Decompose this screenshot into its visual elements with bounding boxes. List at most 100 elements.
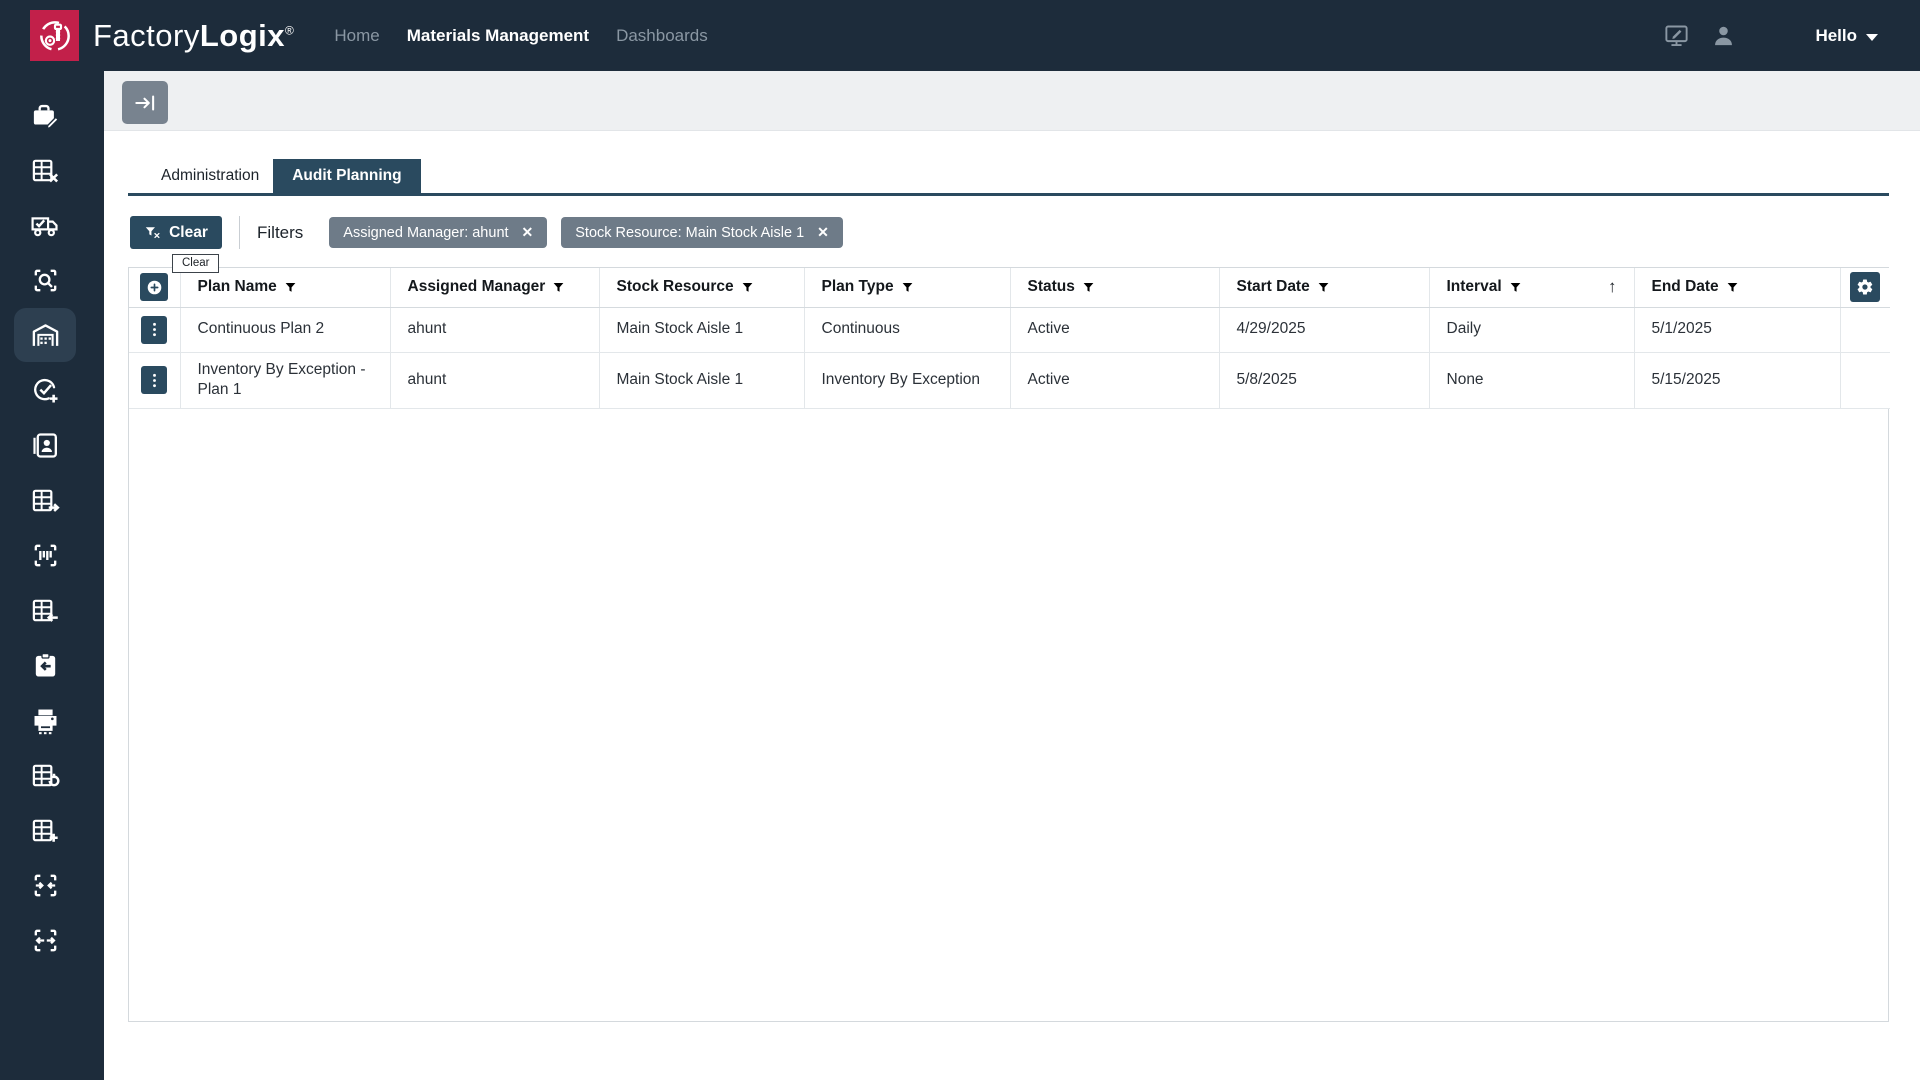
header-row: Plan Name Assigned Manager Stock Resource P… [129, 268, 1890, 307]
ellipsis-v-icon [145, 371, 164, 390]
sidebar-item-scan-search[interactable] [14, 253, 76, 307]
column-label: End Date [1652, 278, 1719, 296]
app-logo [30, 10, 79, 61]
table-row: Inventory By Exception - Plan 1ahuntMain… [129, 352, 1890, 409]
sidebar-item-table-import[interactable] [14, 583, 76, 637]
monitor-edit-icon[interactable] [1663, 22, 1690, 49]
tabs-row: AdministrationAudit Planning [128, 159, 1889, 196]
sidebar-item-warehouse[interactable] [14, 308, 76, 362]
chip-remove-icon[interactable]: ✕ [817, 224, 829, 241]
column-header-interval[interactable]: Interval↑ [1429, 268, 1634, 307]
audit-plans-table: Plan Name Assigned Manager Stock Resource P… [129, 268, 1890, 409]
greeting-label: Hello [1815, 26, 1857, 46]
cell-plan_name[interactable]: Inventory By Exception - Plan 1 [180, 352, 390, 409]
sidebar-item-table-add[interactable] [14, 803, 76, 857]
check-circle-add-icon [30, 375, 61, 406]
barcode-scan-icon [30, 540, 61, 571]
funnel-icon[interactable] [1317, 281, 1330, 294]
cell-assigned_manager[interactable]: ahunt [390, 307, 599, 352]
column-header-plan_type[interactable]: Plan Type [804, 268, 1010, 307]
nav-item-dashboards[interactable]: Dashboards [616, 26, 708, 46]
header-right: Hello [1663, 22, 1920, 49]
table-body: Continuous Plan 2ahuntMain Stock Aisle 1… [129, 307, 1890, 409]
column-header-stock_resource[interactable]: Stock Resource [599, 268, 804, 307]
clear-button-label: Clear [169, 224, 208, 242]
sidebar-item-table-refresh[interactable] [14, 748, 76, 802]
sidebar-item-table-export[interactable] [14, 473, 76, 527]
row-action-cell [129, 352, 180, 409]
chip-label: Assigned Manager: ahunt [343, 225, 508, 241]
truck-check-icon [30, 210, 61, 241]
funnel-icon[interactable] [552, 281, 565, 294]
registered-mark: ® [285, 23, 294, 37]
expand-panel-button[interactable] [122, 81, 168, 124]
tab-administration[interactable]: Administration [147, 159, 273, 193]
add-circle-icon [145, 278, 164, 297]
column-header-inner: End Date [1652, 278, 1832, 296]
cell-start_date[interactable]: 5/8/2025 [1219, 352, 1429, 409]
cell-plan_type[interactable]: Inventory By Exception [804, 352, 1010, 409]
column-header-end_date[interactable]: End Date [1634, 268, 1840, 307]
cell-end_date[interactable]: 5/15/2025 [1634, 352, 1840, 409]
sidebar-item-expand-horizontal[interactable] [14, 913, 76, 967]
sidebar-item-table-remove[interactable] [14, 143, 76, 197]
clear-filters-button[interactable]: Clear [130, 216, 222, 249]
brand-name: FactoryLogix® [93, 18, 294, 54]
cell-end_date[interactable]: 5/1/2025 [1634, 307, 1840, 352]
nav-item-materials-management[interactable]: Materials Management [407, 26, 589, 46]
column-label: Status [1028, 278, 1075, 296]
cell-start_date[interactable]: 4/29/2025 [1219, 307, 1429, 352]
row-menu-button[interactable] [141, 366, 167, 394]
table-row: Continuous Plan 2ahuntMain Stock Aisle 1… [129, 307, 1890, 352]
cell-stock_resource[interactable]: Main Stock Aisle 1 [599, 352, 804, 409]
column-header-start_date[interactable]: Start Date [1219, 268, 1429, 307]
filter-chip[interactable]: Stock Resource: Main Stock Aisle 1✕ [561, 217, 843, 248]
sidebar-item-check-circle-add[interactable] [14, 363, 76, 417]
column-header-plan_name[interactable]: Plan Name [180, 268, 390, 307]
table-refresh-icon [30, 760, 61, 791]
cell-interval[interactable]: Daily [1429, 307, 1634, 352]
cell-stock_resource[interactable]: Main Stock Aisle 1 [599, 307, 804, 352]
contact-card-icon [30, 430, 61, 461]
nav-item-home[interactable]: Home [334, 26, 379, 46]
user-icon[interactable] [1710, 22, 1737, 49]
table-import-icon [30, 595, 61, 626]
filter-chip[interactable]: Assigned Manager: ahunt ✕ [329, 217, 547, 248]
cell-status[interactable]: Active [1010, 352, 1219, 409]
sidebar-item-print[interactable] [14, 693, 76, 747]
filter-chips: Assigned Manager: ahunt✕Stock Resource: … [329, 217, 843, 248]
funnel-icon[interactable] [284, 281, 297, 294]
grid-settings-button[interactable] [1850, 272, 1880, 302]
funnel-icon[interactable] [901, 281, 914, 294]
sidebar-item-briefcase-edit[interactable] [14, 88, 76, 142]
cell-assigned_manager[interactable]: ahunt [390, 352, 599, 409]
column-label: Assigned Manager [408, 278, 546, 296]
row-menu-button[interactable] [141, 316, 167, 344]
funnel-icon[interactable] [1726, 281, 1739, 294]
collapse-horizontal-icon [30, 870, 61, 901]
cell-plan_name[interactable]: Continuous Plan 2 [180, 307, 390, 352]
cell-plan_type[interactable]: Continuous [804, 307, 1010, 352]
column-header-status[interactable]: Status [1010, 268, 1219, 307]
funnel-icon[interactable] [741, 281, 754, 294]
chip-remove-icon[interactable]: ✕ [522, 224, 534, 241]
add-plan-button[interactable] [140, 273, 168, 301]
column-header-assigned_manager[interactable]: Assigned Manager [390, 268, 599, 307]
column-label: Plan Type [822, 278, 894, 296]
column-header-inner: Interval↑ [1447, 277, 1626, 297]
sidebar-item-barcode-scan[interactable] [14, 528, 76, 582]
sidebar [0, 71, 104, 1080]
user-menu[interactable]: Hello [1815, 26, 1878, 46]
sidebar-item-collapse-horizontal[interactable] [14, 858, 76, 912]
funnel-x-icon [144, 224, 161, 241]
sidebar-item-clipboard-return[interactable] [14, 638, 76, 692]
tab-audit-planning[interactable]: Audit Planning [273, 159, 420, 193]
cell-status[interactable]: Active [1010, 307, 1219, 352]
table-export-icon [30, 485, 61, 516]
print-icon [30, 705, 61, 736]
funnel-icon[interactable] [1509, 281, 1522, 294]
cell-interval[interactable]: None [1429, 352, 1634, 409]
funnel-icon[interactable] [1082, 281, 1095, 294]
sidebar-item-contact-card[interactable] [14, 418, 76, 472]
sidebar-item-truck-check[interactable] [14, 198, 76, 252]
